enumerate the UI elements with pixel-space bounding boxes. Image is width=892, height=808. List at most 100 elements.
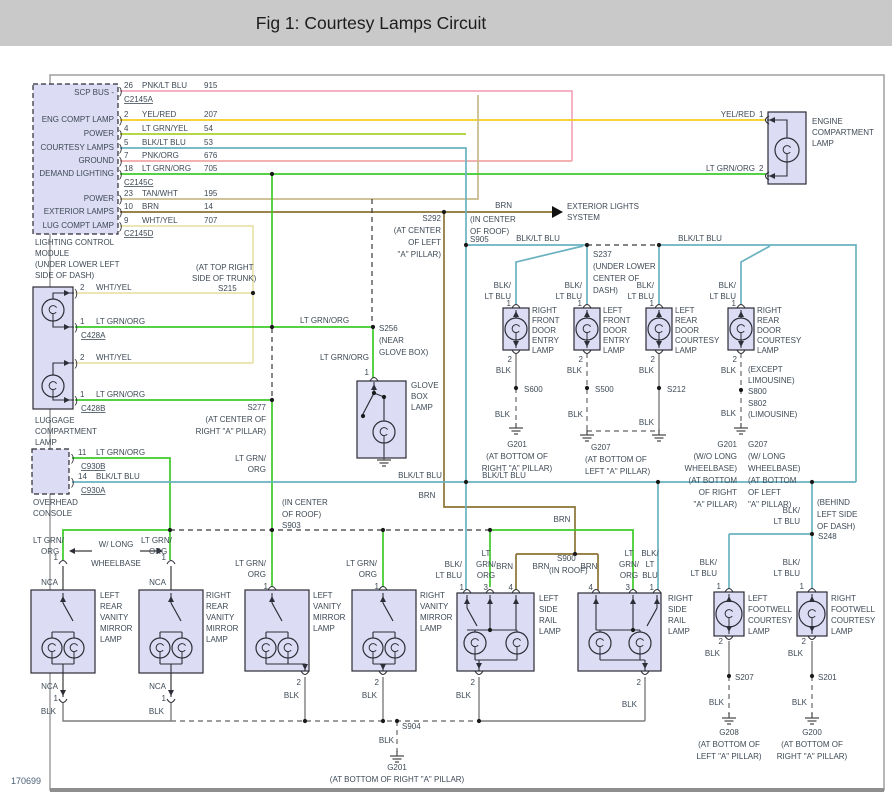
diagram-label: LT BLU [436,571,463,580]
diagram-label: GRN/ [619,560,640,569]
pin-connector [166,559,176,565]
diagram-label: (AT BOTTOM [689,476,738,485]
diagram-label: (UNDER LOWER [593,262,656,271]
diagram-label: BLK [149,707,165,716]
diagram-label: LEFT "A" PILLAR) [585,467,650,476]
diagram-label: LEFT [100,591,120,600]
diagram-label: ORG [359,570,377,579]
junction-dot [487,627,493,633]
pin-connector: ) [71,454,74,465]
junction-dot [381,394,387,400]
junction-dot [370,324,376,330]
diagram-label: FOOTWELL [831,605,876,614]
diagram-label: 7 [124,151,129,160]
diagram-label: BLK/ [494,281,512,290]
junction-dot [167,527,173,533]
junction-dot [463,479,469,485]
junction-dot [250,290,256,296]
diagram-label: WHEELBASE [91,559,141,568]
diagram-label: BLK/LT BLU [516,234,560,243]
pin-connector: ) [119,170,122,181]
diagram-label: 1 [759,110,764,119]
diagram-label: LEFT SIDE [817,510,857,519]
component-box [577,592,662,672]
diagram-label: COMPARTMENT [35,427,97,436]
pin-connector: ) [75,359,78,370]
diagram-label: "A" PILLAR) [694,500,738,509]
diagram-label: LAMP [35,438,57,447]
pin-connector: ) [71,478,74,489]
diagram-label: ENGINE [812,117,843,126]
diagram-label: 4 [509,583,514,592]
diagram-label: S905 [470,235,489,244]
diagram-label: S800 [748,387,767,396]
diagram-label: LT GRN/ [33,536,65,545]
diagram-label: OF LEFT [408,238,441,247]
diagram-label: LT BLU [774,569,801,578]
diagram-label: 1 [365,368,370,377]
wire [120,225,254,363]
diagram-label: BLK [284,691,300,700]
diagram-label: 195 [204,189,218,198]
diagram-label: C2145A [124,95,154,104]
diagram-label: DOOR [532,326,556,335]
diagram-label: LIGHTING CONTROL [35,238,115,247]
diagram-label: 1 [80,390,85,399]
diagram-label: RIGHT [206,591,231,600]
diagram-label: LT GRN/YEL [142,124,188,133]
diagram-label: RAIL [668,616,686,625]
diagram-label: DOOR [757,326,781,335]
diagram-label: W/ LONG [99,540,134,549]
diagram-label: BRN [495,201,512,210]
diagram-label: BLK [792,698,808,707]
diagram-label: "A" PILLAR) [398,250,442,259]
diagram-label: MODULE [35,249,69,258]
pin-connector: ) [119,130,122,141]
junction-dot [476,718,482,724]
diagram-label: LUG COMPT LAMP [43,221,114,230]
diagram-label: MIRROR [313,613,346,622]
diagram-label: 1 [264,582,269,591]
diagram-label: LAMP [748,627,770,636]
diagram-label: LT GRN/ [346,559,378,568]
diagram-label: BLK [639,418,655,427]
diagram-label: SCP BUS - [74,88,114,97]
diagram-label: (AT TOP RIGHT [196,263,254,272]
diagram-label: 2 [80,283,85,292]
diagram-label: LAMP [411,403,433,412]
diagram-label: RIGHT [757,306,782,315]
diagram-label: 4 [589,583,594,592]
junction-dot [302,718,308,724]
diagram-label: 26 [124,81,133,90]
diagram-label: REAR [206,602,228,611]
diagram-label: BRN [581,562,598,571]
diagram-label: (AT BOTTOM OF [781,740,843,749]
arrow-icon [69,548,75,554]
pin-connector: ) [75,323,78,334]
diagram-label: LAMP [539,627,561,636]
diagram-label: BLK/LT BLU [142,138,186,147]
diagram-label: G201 [387,763,407,772]
junction-dot [809,531,815,537]
pin-connector [58,698,68,704]
pin-connector: ) [119,208,122,219]
diagram-label: S600 [524,385,543,394]
diagram-label: BLK [496,366,512,375]
diagram-label: 1 [578,299,583,308]
junction-dot [380,527,386,533]
diagram-label: LT [625,549,634,558]
pin-connector: ) [119,222,122,233]
diagram-label: 1 [375,582,380,591]
diagram-label: LEFT [313,591,333,600]
diagram-label: S201 [818,673,837,682]
pin-connector: ) [119,157,122,168]
diagram-label: OF ROOF) [282,510,321,519]
diagram-label: LT GRN/ORG [706,164,755,173]
diagram-label: S277 [247,403,266,412]
diagram-label: MIRROR [206,624,239,633]
diagram-label: LAMP [668,627,690,636]
diagram-label: LIMOUSINE) [748,376,795,385]
diagram-label: WHT/YEL [142,216,178,225]
diagram-label: BLK/ [783,558,801,567]
diagram-label: GLOVE BOX) [379,348,429,357]
